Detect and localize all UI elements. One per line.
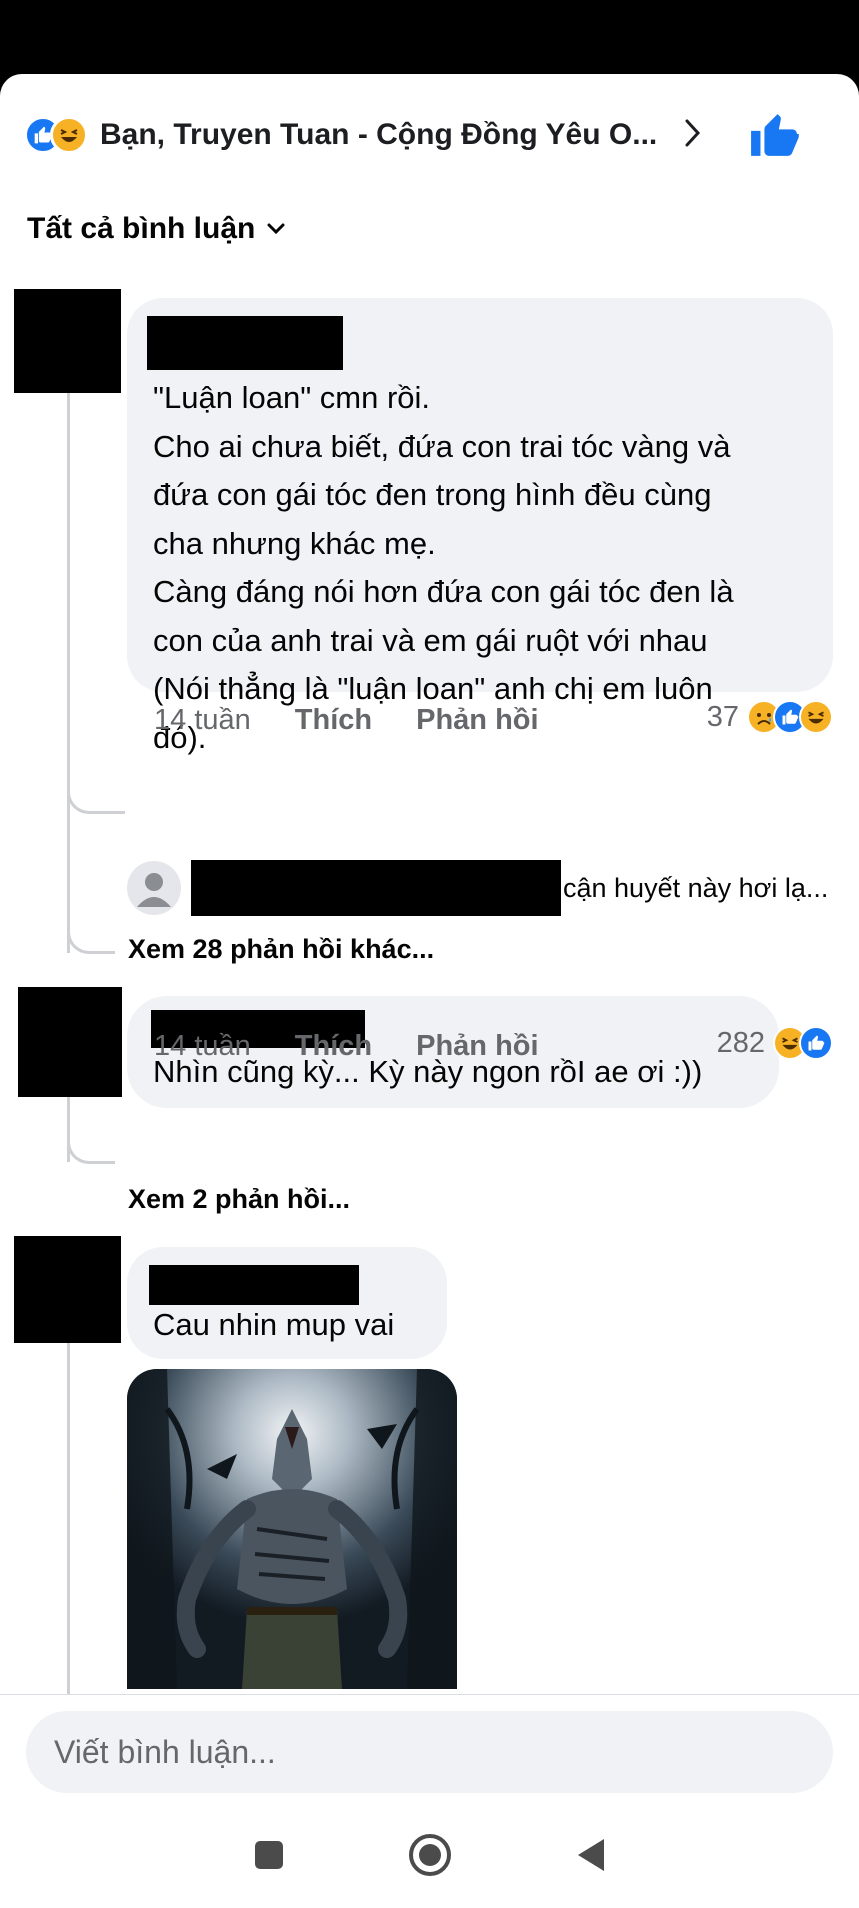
werewolf-image[interactable] [127, 1369, 457, 1689]
comments-sheet: Bạn, Truyen Tuan - Cộng Đồng Yêu O... Tấ… [0, 74, 859, 1806]
filter-label: Tất cả bình luận [27, 212, 256, 245]
comment-input-placeholder: Viết bình luận... [54, 1733, 276, 1770]
reply-button[interactable]: Phản hồi [416, 1030, 538, 1063]
comment-meta: 14 tuần Thích Phản hồi [154, 1030, 539, 1063]
author-name-redacted [149, 1265, 359, 1305]
thread-branch [67, 1104, 115, 1164]
thread-branch [67, 874, 115, 954]
comment-input[interactable]: Viết bình luận... [26, 1711, 833, 1793]
like-button[interactable]: Thích [295, 1030, 372, 1063]
like-button-icon[interactable] [749, 110, 799, 165]
view-more-replies-link[interactable]: Xem 2 phản hồi... [128, 1184, 350, 1215]
default-avatar-icon [127, 861, 181, 915]
author-name-redacted [147, 316, 343, 370]
comment-time: 14 tuần [154, 704, 251, 736]
reply-preview[interactable]: cận huyết này hơi lạ... [127, 860, 828, 916]
avatar[interactable] [14, 1236, 121, 1343]
reactions-title: Bạn, Truyen Tuan - Cộng Đồng Yêu O... [100, 118, 658, 151]
like-icon [799, 1026, 833, 1060]
thread-line [67, 1343, 70, 1703]
reactions-summary[interactable]: Bạn, Truyen Tuan - Cộng Đồng Yêu O... [24, 104, 835, 166]
comment-time: 14 tuần [154, 1030, 251, 1062]
recents-button-icon[interactable] [252, 1838, 286, 1877]
reaction-count-value: 37 [706, 700, 739, 733]
back-button-icon[interactable] [574, 1836, 608, 1879]
reaction-count-value: 282 [716, 1026, 765, 1059]
avatar[interactable] [18, 987, 122, 1097]
view-more-replies-link[interactable]: Xem 28 phản hồi khác... [128, 934, 434, 965]
chevron-right-icon[interactable] [683, 118, 703, 153]
comment-meta: 14 tuần Thích Phản hồi [154, 704, 539, 737]
avatar[interactable] [14, 289, 121, 393]
like-button[interactable]: Thích [295, 704, 372, 737]
thread-branch [67, 754, 125, 814]
comment-composer: Viết bình luận... [0, 1694, 859, 1806]
haha-icon [799, 700, 833, 734]
comment-bubble[interactable]: Cau nhin mup vai [127, 1247, 447, 1359]
chevron-down-icon [267, 223, 285, 235]
reaction-count[interactable]: 282 [717, 1026, 833, 1060]
reply-preview-text: cận huyết này hơi lạ... [563, 872, 829, 903]
reaction-count[interactable]: 37 [707, 700, 833, 734]
thread-line [67, 393, 70, 953]
system-navigation-bar [0, 1806, 859, 1908]
comment-filter[interactable]: Tất cả bình luận [27, 212, 285, 246]
reaction-icons [24, 116, 88, 154]
home-button-icon[interactable] [406, 1831, 454, 1884]
comment-bubble[interactable]: "Luận loan" cmn rồi. Cho ai chưa biết, đ… [127, 298, 833, 755]
haha-icon [50, 116, 88, 154]
reply-button[interactable]: Phản hồi [416, 704, 538, 737]
comment-text: Cau nhin mup vai [153, 1307, 395, 1342]
reply-author-redacted [191, 860, 561, 916]
